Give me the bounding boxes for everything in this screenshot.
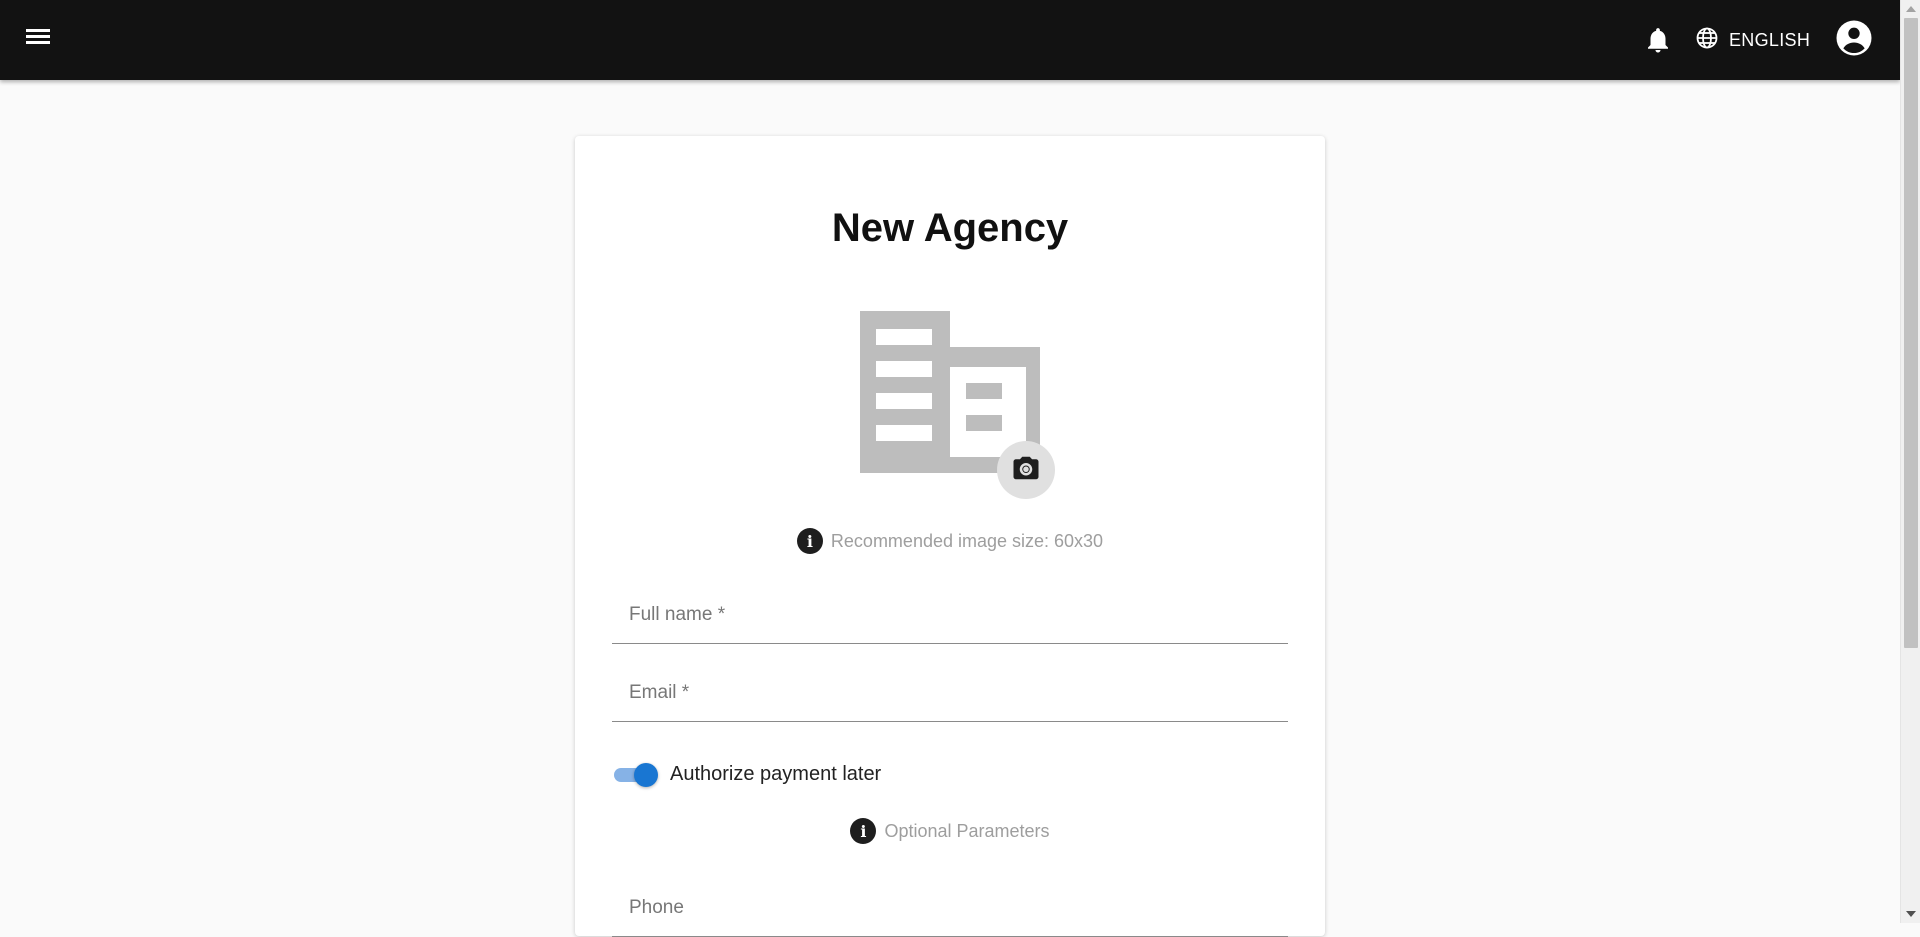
optional-parameters-text: Optional Parameters	[884, 820, 1050, 841]
image-size-hint: i Recommended image size: 60x30	[575, 528, 1325, 554]
authorize-payment-later-toggle-row[interactable]: Authorize payment later	[612, 759, 881, 789]
phone-field[interactable]: Phone	[612, 877, 1288, 937]
bell-icon[interactable]	[1643, 25, 1673, 55]
page-title: New Agency	[831, 206, 1069, 250]
agency-form-card: New Agency i Recommended image size: 60x…	[575, 136, 1325, 937]
scrollbar-thumb[interactable]	[1904, 18, 1918, 648]
language-selector[interactable]: ENGLISH	[1695, 22, 1810, 58]
switch-thumb[interactable]	[634, 763, 658, 787]
info-icon: i	[850, 818, 877, 844]
menu-icon[interactable]	[24, 26, 52, 54]
phone-label: Phone	[629, 897, 684, 918]
globe-icon	[1695, 26, 1719, 55]
authorize-payment-later-switch[interactable]	[612, 759, 660, 789]
camera-icon	[1011, 453, 1041, 488]
top-app-bar: ENGLISH	[0, 0, 1900, 80]
email-label: Email *	[629, 682, 690, 703]
agency-avatar	[860, 311, 1060, 511]
language-label: ENGLISH	[1729, 29, 1811, 50]
email-field[interactable]: Email *	[612, 662, 1288, 722]
full-name-label: Full name *	[629, 604, 726, 625]
optional-parameters-hint: i Optional Parameters	[575, 818, 1325, 844]
upload-image-button[interactable]	[997, 441, 1055, 499]
page-scrollbar[interactable]	[1900, 0, 1920, 923]
scroll-down-arrow-icon[interactable]	[1906, 911, 1916, 917]
scroll-up-arrow-icon[interactable]	[1906, 6, 1916, 12]
account-circle-icon[interactable]	[1834, 18, 1874, 58]
full-name-field[interactable]: Full name *	[612, 584, 1288, 644]
authorize-payment-later-label: Authorize payment later	[670, 762, 882, 785]
image-size-hint-text: Recommended image size: 60x30	[830, 530, 1104, 551]
info-icon: i	[796, 528, 823, 554]
